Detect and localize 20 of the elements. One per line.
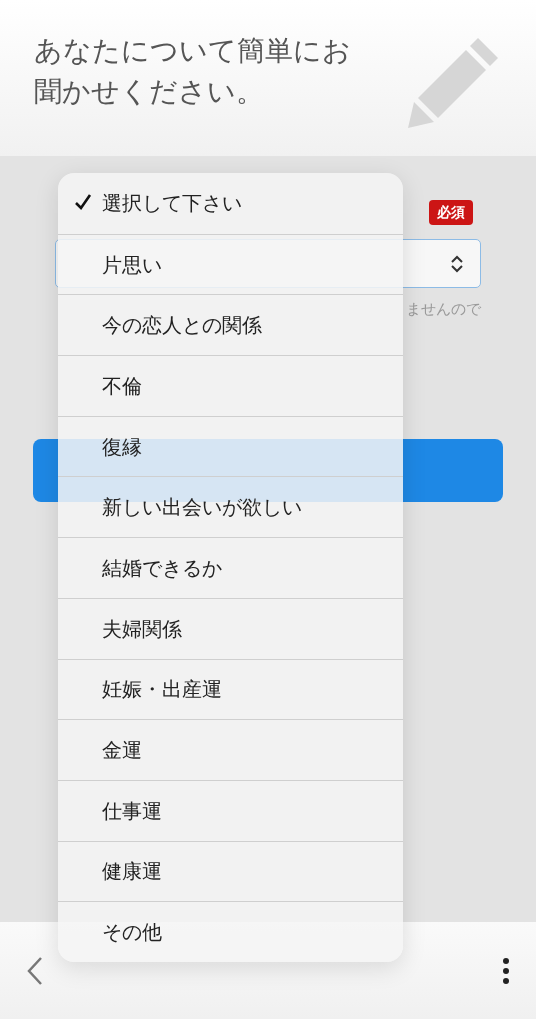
dropdown-option[interactable]: 夫婦関係 [58, 597, 403, 659]
dropdown-option[interactable]: 仕事運 [58, 779, 403, 841]
dropdown-option[interactable]: 選択して下さい [58, 173, 403, 234]
dropdown-option[interactable]: その他 [58, 901, 403, 962]
dropdown-option[interactable]: 片思い [58, 233, 403, 295]
chevron-updown-icon [450, 253, 464, 274]
dropdown-option[interactable]: 新しい出会いが欲しい [58, 476, 403, 538]
dropdown-option[interactable]: 不倫 [58, 355, 403, 416]
dropdown-option[interactable]: 結婚できるか [58, 537, 403, 598]
required-badge: 必須 [429, 200, 473, 225]
dropdown-option[interactable]: 復縁 [58, 415, 403, 477]
dropdown-option[interactable]: 金運 [58, 719, 403, 780]
back-icon[interactable] [26, 955, 44, 986]
more-icon[interactable] [502, 956, 510, 985]
page-title: あなたについて簡単にお聞かせください。 [34, 33, 352, 110]
dropdown-option[interactable]: 健康運 [58, 840, 403, 902]
dropdown-option[interactable]: 妊娠・出産運 [58, 658, 403, 720]
dropdown-option[interactable]: 今の恋人との関係 [58, 294, 403, 356]
checkmark-icon [74, 193, 92, 211]
helper-text: ませんので [406, 299, 481, 320]
